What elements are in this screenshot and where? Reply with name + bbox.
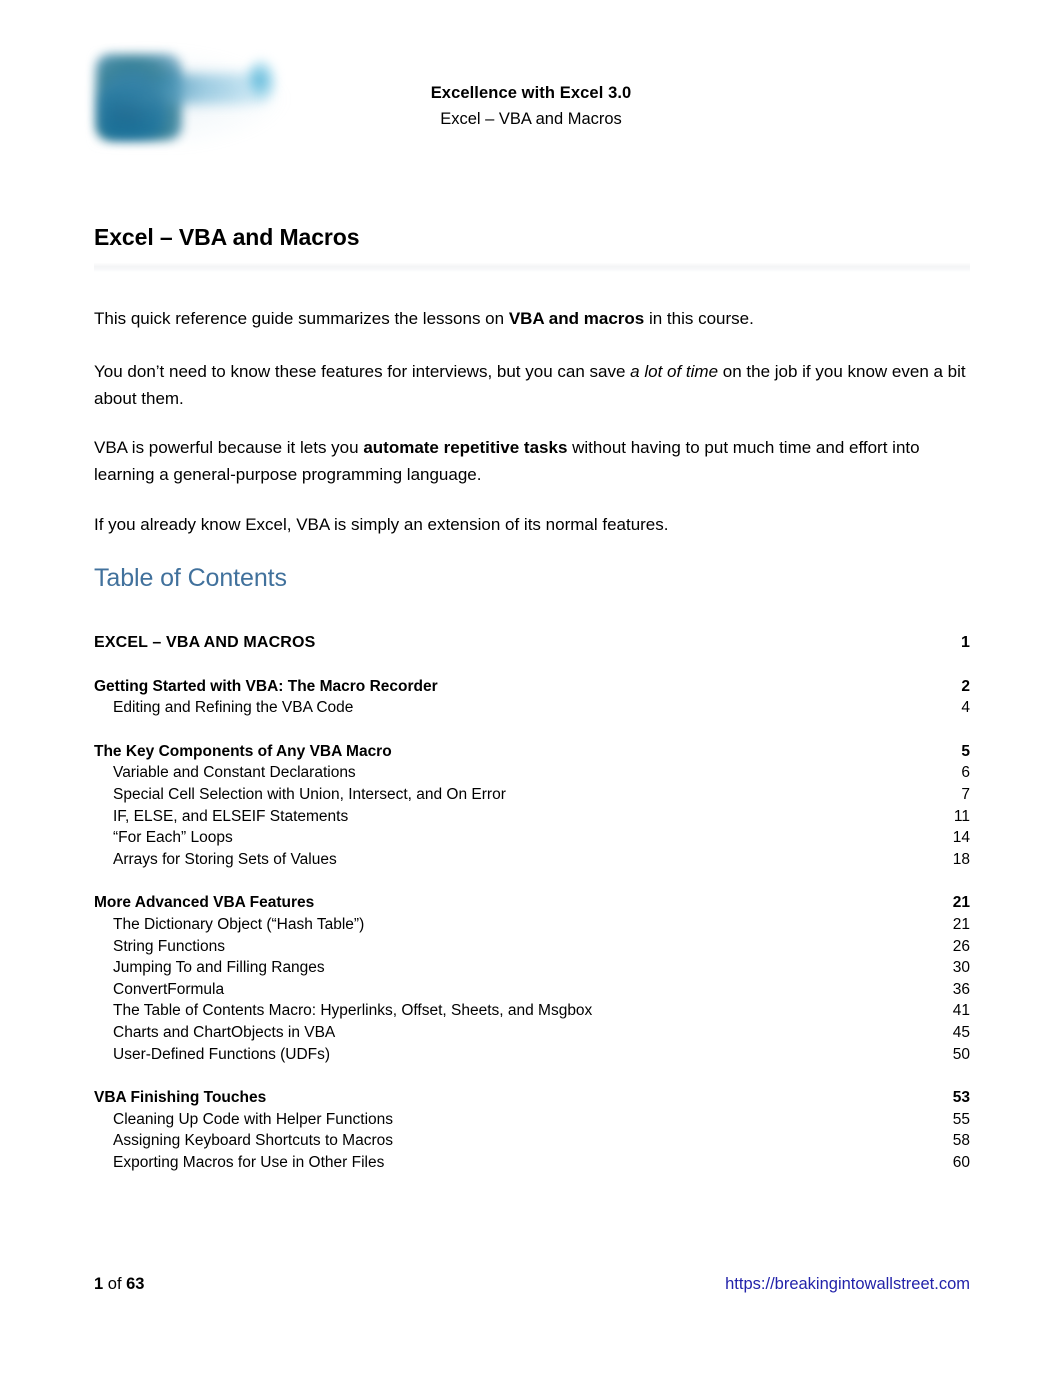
- document-page: Excellence with Excel 3.0 Excel – VBA an…: [0, 0, 1062, 1377]
- toc-entry-page-number: 45: [952, 1023, 970, 1041]
- toc-entry-label: The Dictionary Object (“Hash Table”): [113, 915, 365, 933]
- paragraph-power: VBA is powerful because it lets you auto…: [94, 434, 970, 488]
- toc-entry[interactable]: IF, ELSE, and ELSEIF Statements 11: [94, 806, 970, 828]
- paragraph-interviews-italic: a lot of time: [630, 362, 719, 381]
- header-text-block: Excellence with Excel 3.0 Excel – VBA an…: [0, 80, 1062, 132]
- toc-entry-page-number: 21: [952, 894, 970, 912]
- toc-entry-page-number: 53: [952, 1089, 970, 1107]
- toc-entry[interactable]: The Key Components of Any VBA Macro 5: [94, 741, 970, 763]
- paragraph-power-pre: VBA is powerful because it lets you: [94, 438, 364, 457]
- toc-entry-label: VBA Finishing Touches: [94, 1089, 267, 1107]
- toc-entry-page-number: 2: [961, 677, 970, 695]
- toc-entry[interactable]: User-Defined Functions (UDFs) 50: [94, 1044, 970, 1066]
- toc-entry-page-number: 4: [961, 699, 970, 717]
- toc-entry[interactable]: Arrays for Storing Sets of Values 18: [94, 849, 970, 871]
- toc-entry-page-number: 26: [952, 937, 970, 955]
- toc-entry-label: Special Cell Selection with Union, Inter…: [113, 785, 506, 803]
- toc-entry-label: Editing and Refining the VBA Code: [113, 699, 354, 717]
- toc-entry-page-number: 58: [952, 1132, 970, 1150]
- toc-entry-page-number: 55: [952, 1110, 970, 1128]
- paragraph-interviews: You don’t need to know these features fo…: [94, 358, 970, 412]
- toc-entry-label: Variable and Constant Declarations: [113, 764, 356, 782]
- toc-entry[interactable]: Cleaning Up Code with Helper Functions 55: [94, 1109, 970, 1131]
- toc-entry[interactable]: Charts and ChartObjects in VBA 45: [94, 1022, 970, 1044]
- toc-entry-page-number: 7: [961, 785, 970, 803]
- page-number-total: 63: [126, 1275, 145, 1293]
- toc-entry-label: Jumping To and Filling Ranges: [113, 959, 325, 977]
- toc-entry[interactable]: More Advanced VBA Features 21: [94, 892, 970, 914]
- toc-entry-label: Assigning Keyboard Shortcuts to Macros: [113, 1132, 393, 1150]
- toc-entry[interactable]: ConvertFormula 36: [94, 979, 970, 1001]
- footer-website-link[interactable]: https://breakingintowallstreet.com: [725, 1272, 970, 1296]
- paragraph-intro-post: in this course.: [644, 309, 754, 328]
- toc-entry[interactable]: String Functions 26: [94, 936, 970, 958]
- toc-entry-label: ConvertFormula: [113, 980, 225, 998]
- toc-entry-label: More Advanced VBA Features: [94, 894, 315, 912]
- toc-entry-page-number: 41: [952, 1002, 970, 1020]
- toc-entry-label: Exporting Macros for Use in Other Files: [113, 1153, 385, 1171]
- toc-entry-page-number: 5: [961, 742, 970, 760]
- toc-entry-label: EXCEL – VBA AND MACROS: [94, 634, 316, 651]
- paragraph-power-bold: automate repetitive tasks: [363, 438, 568, 457]
- toc-entry[interactable]: “For Each” Loops 14: [94, 827, 970, 849]
- toc-entry-page-number: 14: [952, 829, 970, 847]
- paragraph-intro-pre: This quick reference guide summarizes th…: [94, 309, 509, 328]
- toc-entry-label: Getting Started with VBA: The Macro Reco…: [94, 677, 438, 695]
- toc-entry-page-number: 21: [952, 915, 970, 933]
- toc-entry-page-number: 36: [952, 980, 970, 998]
- table-of-contents: EXCEL – VBA AND MACROS 1 Getting Started w…: [94, 632, 970, 1173]
- toc-section-gap: [94, 654, 970, 676]
- toc-entry[interactable]: EXCEL – VBA AND MACROS 1: [94, 632, 970, 654]
- title-divider: [94, 263, 970, 272]
- toc-entry-label: Arrays for Storing Sets of Values: [113, 850, 337, 868]
- toc-entry[interactable]: Jumping To and Filling Ranges 30: [94, 957, 970, 979]
- toc-section-gap: [94, 870, 970, 892]
- toc-entry[interactable]: Exporting Macros for Use in Other Files 6…: [94, 1152, 970, 1174]
- toc-entry-page-number: 60: [952, 1153, 970, 1171]
- toc-entry-label: The Key Components of Any VBA Macro: [94, 742, 392, 760]
- toc-entry-page-number: 18: [952, 850, 970, 868]
- toc-entry-label: “For Each” Loops: [113, 829, 233, 847]
- toc-entry-label: Charts and ChartObjects in VBA: [113, 1023, 336, 1041]
- toc-entry-page-number: 50: [952, 1045, 970, 1063]
- page-number: 1 of 63: [94, 1272, 144, 1296]
- paragraph-intro-bold: VBA and macros: [508, 309, 645, 328]
- paragraph-interviews-pre: You don’t need to know these features fo…: [94, 362, 631, 381]
- toc-entry-label: IF, ELSE, and ELSEIF Statements: [113, 807, 349, 825]
- toc-entry[interactable]: Getting Started with VBA: The Macro Reco…: [94, 676, 970, 698]
- paragraph-extension: If you already know Excel, VBA is simply…: [94, 515, 669, 534]
- toc-entry-page-number: 30: [952, 959, 970, 977]
- toc-section-gap: [94, 1065, 970, 1087]
- toc-entry[interactable]: Editing and Refining the VBA Code 4: [94, 697, 970, 719]
- toc-entry[interactable]: Special Cell Selection with Union, Inter…: [94, 784, 970, 806]
- header-lesson-subtitle: Excel – VBA and Macros: [440, 110, 622, 128]
- toc-entry-page-number: 6: [961, 764, 970, 782]
- toc-entry-page-number: 11: [953, 807, 970, 825]
- page-footer: 1 of 63 https://breakingintowallstreet.c…: [94, 1272, 970, 1312]
- toc-entry[interactable]: Assigning Keyboard Shortcuts to Macros 58: [94, 1130, 970, 1152]
- toc-entry-page-number: 1: [960, 634, 970, 651]
- toc-entry[interactable]: The Table of Contents Macro: Hyperlinks,…: [94, 1000, 970, 1022]
- toc-entry-label: String Functions: [113, 937, 225, 955]
- page-header: Excellence with Excel 3.0 Excel – VBA an…: [0, 0, 1062, 175]
- toc-entry[interactable]: The Dictionary Object (“Hash Table”) 21: [94, 914, 970, 936]
- toc-entry[interactable]: Variable and Constant Declarations 6: [94, 762, 970, 784]
- toc-section-gap: [94, 719, 970, 741]
- page-number-of: of: [103, 1275, 127, 1293]
- page-title: Excel – VBA and Macros: [94, 224, 360, 250]
- toc-entry[interactable]: VBA Finishing Touches 53: [94, 1087, 970, 1109]
- header-course-title: Excellence with Excel 3.0: [430, 84, 632, 102]
- toc-entry-label: User-Defined Functions (UDFs): [113, 1045, 331, 1063]
- toc-entry-label: The Table of Contents Macro: Hyperlinks,…: [113, 1002, 593, 1020]
- paragraph-intro: This quick reference guide summarizes th…: [94, 305, 970, 332]
- toc-entry-label: Cleaning Up Code with Helper Functions: [113, 1110, 394, 1128]
- toc-heading: Table of Contents: [94, 564, 287, 592]
- page-number-current: 1: [94, 1275, 104, 1293]
